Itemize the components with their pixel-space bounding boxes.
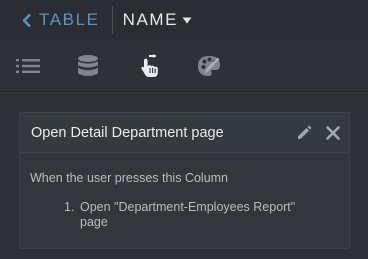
column-name-dropdown[interactable]: NAME [123, 10, 193, 30]
property-tabs [0, 40, 368, 126]
tab-fields[interactable] [5, 40, 51, 92]
palette-icon [197, 55, 221, 77]
header-divider [111, 6, 113, 34]
action-card-body: When the user presses this Column 1. Ope… [20, 153, 349, 230]
tap-action-icon [138, 54, 160, 78]
back-label: TABLE [39, 10, 100, 29]
action-steps: 1. Open "Department-Employees Report" pa… [64, 200, 349, 230]
step-number: 1. [64, 200, 75, 214]
tab-actions[interactable] [126, 40, 172, 92]
list-item: 1. Open "Department-Employees Report" pa… [64, 200, 349, 230]
action-card-header: Open Detail Department page [20, 113, 349, 153]
column-name-label: NAME [122, 10, 179, 29]
tab-style[interactable] [186, 40, 232, 92]
caret-down-icon [178, 17, 192, 24]
trigger-description: When the user presses this Column [30, 171, 229, 185]
action-title: Open Detail Department page [31, 124, 224, 141]
edit-icon[interactable] [297, 125, 312, 140]
action-card-controls [297, 125, 340, 140]
list-icon [16, 58, 40, 74]
top-bar: TABLE NAME [0, 0, 368, 40]
chevron-left-icon [22, 13, 31, 28]
action-card: Open Detail Department page When the use… [19, 112, 350, 249]
back-to-table-button[interactable]: TABLE [22, 10, 100, 30]
tab-data[interactable] [65, 40, 111, 92]
close-icon[interactable] [326, 125, 340, 140]
database-icon [78, 55, 98, 77]
step-text: Open "Department-Employees Report" page [80, 200, 296, 229]
